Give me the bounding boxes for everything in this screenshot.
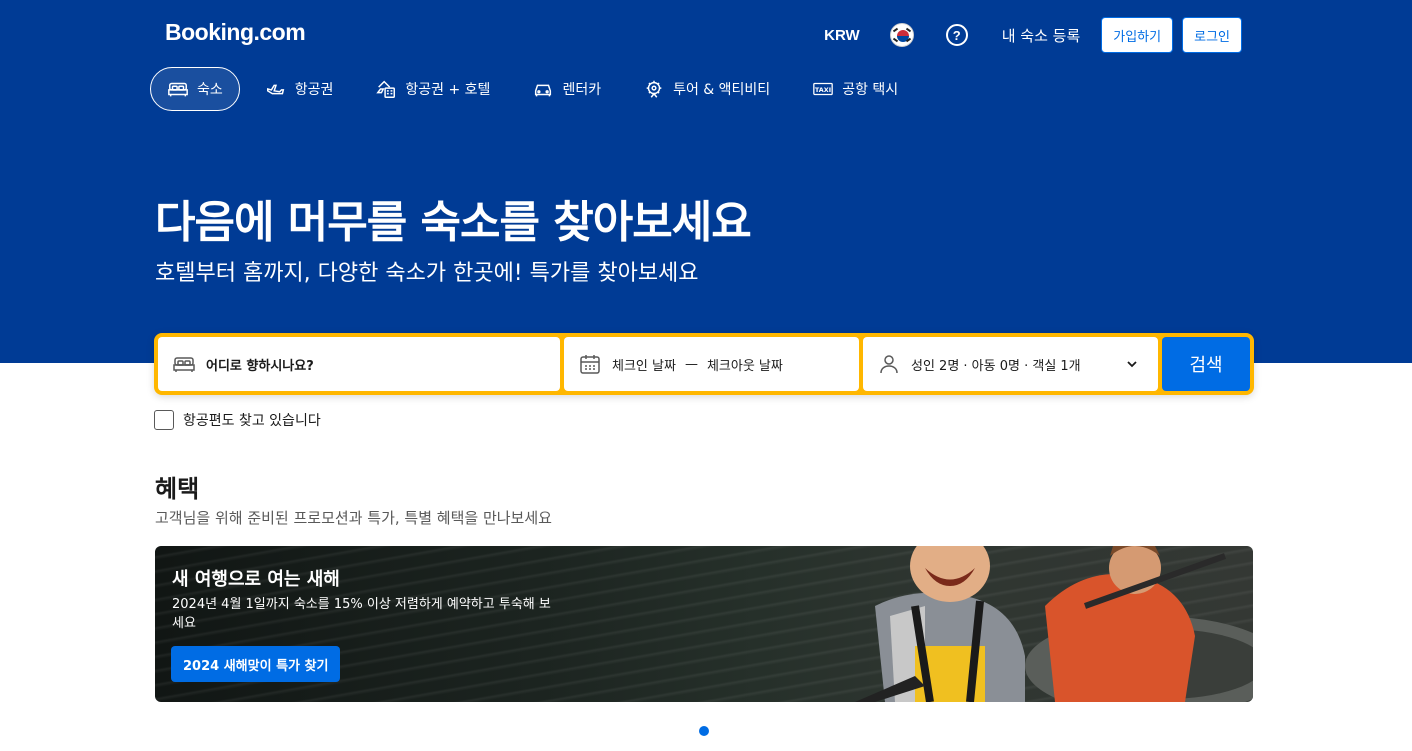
destination-placeholder: 어디로 향하시나요? <box>206 358 314 374</box>
chevron-down-icon <box>1120 352 1144 376</box>
bed-icon <box>167 78 189 100</box>
register-button[interactable]: 가입하기 <box>1101 17 1174 53</box>
promo-button[interactable]: 2024 새해맞이 특가 찾기 <box>171 646 341 682</box>
tab-stays[interactable]: 숙소 <box>150 67 240 111</box>
bed-icon <box>172 352 196 376</box>
taxi-icon: TAXI <box>812 78 834 100</box>
booking-logo[interactable]: Booking.com <box>165 19 306 46</box>
plane-icon <box>265 78 287 100</box>
hero-subtitle: 호텔부터 홈까지, 다양한 숙소가 한곳에! 특가를 찾아보세요 <box>155 261 699 286</box>
flight-checkbox-row[interactable]: 항공편도 찾고 있습니다 <box>154 410 321 430</box>
promo-text: 2024년 4월 1일까지 숙소를 15% 이상 저렴하게 예약하고 투숙해 보… <box>172 597 551 631</box>
currency-button[interactable]: KRW <box>824 27 860 44</box>
deals-subtitle: 고객님을 위해 준비된 프로모션과 특가, 특별 혜택을 만나보세요 <box>155 509 552 527</box>
tab-airport-taxi[interactable]: TAXI 공항 택시 <box>795 67 915 111</box>
search-button[interactable]: 검색 <box>1162 337 1250 391</box>
checkout-field[interactable]: 체크아웃 날짜 <box>707 355 783 374</box>
header-actions: KRW ? 내 숙소 등록 가입하기 로그인 <box>824 17 1242 53</box>
promo-card[interactable]: 새 여행으로 여는 새해 2024년 4월 1일까지 숙소를 15% 이상 저렴… <box>155 546 1253 702</box>
guests-selector[interactable]: 성인 2명 · 아동 0명 · 객실 1개 <box>863 337 1158 391</box>
destination-input[interactable]: 어디로 향하시나요? <box>158 337 560 391</box>
deals-title: 혜택 <box>155 475 200 503</box>
list-property-link[interactable]: 내 숙소 등록 <box>1002 25 1081 46</box>
hero-banner <box>0 0 1412 363</box>
help-icon[interactable]: ? <box>945 24 968 46</box>
tab-flight-hotel[interactable]: 항공권 + 호텔 <box>358 67 507 111</box>
tab-label: 숙소 <box>197 82 223 98</box>
tab-car-rental[interactable]: 렌터카 <box>515 67 618 111</box>
svg-text:TAXI: TAXI <box>815 86 831 94</box>
hero-title: 다음에 머무를 숙소를 찾아보세요 <box>155 197 752 248</box>
signin-button[interactable]: 로그인 <box>1182 17 1242 53</box>
flight-checkbox-label: 항공편도 찾고 있습니다 <box>183 413 321 429</box>
tab-label: 항공권 + 호텔 <box>405 82 491 98</box>
kayak-children-image <box>855 546 1253 702</box>
tab-label: 투어 & 액티비티 <box>673 82 771 98</box>
guests-summary: 성인 2명 · 아동 0명 · 객실 1개 <box>911 358 1081 374</box>
tab-flights[interactable]: 항공권 <box>248 67 351 111</box>
tab-label: 렌터카 <box>562 82 602 98</box>
tab-label: 공항 택시 <box>842 82 899 98</box>
carousel-dot[interactable] <box>699 726 709 736</box>
car-icon <box>532 78 554 100</box>
flight-checkbox[interactable] <box>154 410 174 430</box>
korea-flag-icon[interactable] <box>889 23 914 47</box>
promo-title: 새 여행으로 여는 새해 <box>172 569 340 590</box>
product-nav: 숙소 항공권 항공권 + 호텔 렌터카 투어 & 액티비티 TAXI 공항 택시 <box>150 67 923 111</box>
tab-label: 항공권 <box>294 82 334 98</box>
flight-hotel-icon <box>375 78 397 100</box>
checkin-field[interactable]: 체크인 날짜 <box>612 355 676 374</box>
attractions-icon <box>643 78 665 100</box>
search-bar: 어디로 향하시나요? 체크인 날짜 — 체크아웃 날짜 성인 2명 · 아동 0… <box>154 333 1254 395</box>
person-icon <box>877 352 901 376</box>
date-separator: — <box>684 356 698 372</box>
calendar-icon <box>578 352 602 376</box>
date-picker[interactable]: 체크인 날짜 — 체크아웃 날짜 <box>564 337 859 391</box>
tab-attractions[interactable]: 투어 & 액티비티 <box>626 67 787 111</box>
